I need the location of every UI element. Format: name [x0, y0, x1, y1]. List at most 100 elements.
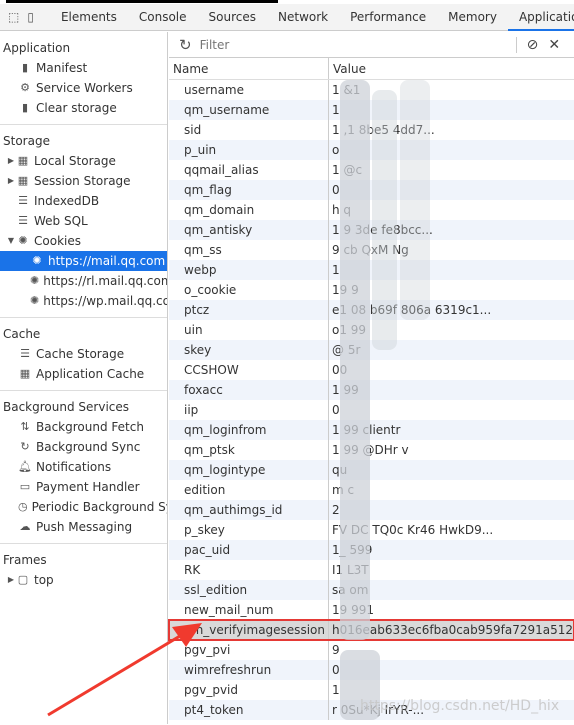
sidebar-item-service-workers[interactable]: ⚙ Service Workers: [0, 78, 167, 98]
sidebar-item-notifications[interactable]: 🔔︎ Notifications: [0, 457, 167, 477]
cookie-name: iip: [169, 400, 329, 420]
table-header: Name Value: [169, 58, 574, 80]
redaction-blur: [372, 90, 397, 350]
expand-arrow-icon[interactable]: ▶: [6, 570, 16, 590]
collapse-arrow-icon[interactable]: ▼: [6, 231, 16, 251]
sidebar-item-payment-handler[interactable]: ▭ Payment Handler: [0, 477, 167, 497]
cookie-name: p_skey: [169, 520, 329, 540]
expand-arrow-icon[interactable]: ▶: [6, 171, 16, 191]
table-row[interactable]: qm_loginfrom1 99 clientr: [169, 420, 574, 440]
table-row[interactable]: qm_authimgs_id 2: [169, 500, 574, 520]
cookie-name: skey: [169, 340, 329, 360]
table-row[interactable]: qm_ptsk 1 99 @DHr v: [169, 440, 574, 460]
tab-memory[interactable]: Memory: [437, 4, 508, 31]
sidebar-item-clear-storage[interactable]: ▮ Clear storage: [0, 98, 167, 118]
label: Background Sync: [36, 440, 141, 454]
cookie-name: webp: [169, 260, 329, 280]
sidebar-item-cookie-wp-mail-qq[interactable]: ✺ https://wp.mail.qq.com: [0, 291, 167, 311]
table-row[interactable]: qm_verifyimagesession h016eab633ec6fba0ca…: [168, 619, 574, 641]
red-arrow-annotation: [47, 623, 202, 717]
sidebar-item-web-sql[interactable]: ☰ Web SQL: [0, 211, 167, 231]
divider: [0, 317, 167, 318]
table-row[interactable]: new_mail_num19 991: [169, 600, 574, 620]
cookie-name: p_uin: [169, 140, 329, 160]
clear-all-icon[interactable]: ⊘: [527, 37, 539, 53]
section-storage: Storage: [3, 134, 50, 148]
label: Background Fetch: [36, 420, 144, 434]
table-row[interactable]: p_skey FV DC TQ0c Kr46 HwkD9...: [169, 520, 574, 540]
tab-application[interactable]: Application: [507, 4, 574, 31]
grid-icon: ▦: [17, 174, 29, 187]
cookie-name: qm_logintype: [169, 460, 329, 480]
refresh-icon[interactable]: ↻: [179, 36, 192, 54]
table-row[interactable]: ssl_editionsa om: [169, 580, 574, 600]
table-row[interactable]: editionm c: [169, 480, 574, 500]
tab-sources[interactable]: Sources: [198, 4, 267, 31]
sidebar-item-session-storage[interactable]: ▶ ▦ Session Storage: [0, 171, 167, 191]
sidebar-item-application-cache[interactable]: ▦ Application Cache: [0, 364, 167, 384]
sidebar-item-indexeddb[interactable]: ☰ IndexedDB: [0, 191, 167, 211]
sidebar-item-cookie-mail-qq[interactable]: ✺ https://mail.qq.com: [0, 251, 167, 271]
cookie-name: qm_domain: [169, 200, 329, 220]
sidebar-item-cache-storage[interactable]: ☰ Cache Storage: [0, 344, 167, 364]
label: Notifications: [36, 460, 112, 474]
sidebar-item-cookie-rl-mail-qq[interactable]: ✺ https://rl.mail.qq.com: [0, 271, 167, 291]
expand-arrow-icon[interactable]: ▶: [6, 151, 16, 171]
table-row[interactable]: foxacc1 99: [169, 380, 574, 400]
column-header-name[interactable]: Name: [169, 58, 329, 79]
label: IndexedDB: [34, 194, 100, 208]
sidebar-item-background-sync[interactable]: ↻ Background Sync: [0, 437, 167, 457]
cookie-name: sid: [169, 120, 329, 140]
cookie-name: uin: [169, 320, 329, 340]
label: Clear storage: [36, 101, 117, 115]
inspect-element-icon[interactable]: ⬚: [8, 8, 19, 26]
tab-elements[interactable]: Elements: [50, 4, 128, 31]
section-frames: Frames: [3, 553, 47, 567]
cookie-name: o_cookie: [169, 280, 329, 300]
table-row[interactable]: iip 0: [169, 400, 574, 420]
table-row[interactable]: RKI1 L3T: [169, 560, 574, 580]
cookie-name: RK: [169, 560, 329, 580]
sidebar-item-local-storage[interactable]: ▶ ▦ Local Storage: [0, 151, 167, 171]
sidebar-item-periodic-background-sync[interactable]: ◷Periodic Background Sync: [0, 497, 167, 517]
label: Service Workers: [36, 81, 133, 95]
sidebar-item-frame-top[interactable]: ▶ ▢ top: [0, 570, 167, 590]
grid-icon: ▦: [17, 154, 29, 167]
table-row[interactable]: qm_logintypequ: [169, 460, 574, 480]
redaction-blur: [340, 80, 370, 640]
cookie-name: ptcz: [169, 300, 329, 320]
label: Local Storage: [34, 154, 116, 168]
tab-console[interactable]: Console: [128, 4, 198, 31]
cookie-name: qm_ss: [169, 240, 329, 260]
watermark: https://blog.csdn.net/HD_hix: [360, 698, 560, 714]
section-application: Application: [3, 41, 71, 55]
label: Push Messaging: [36, 520, 133, 534]
label: Manifest: [36, 61, 88, 75]
cookie-name: CCSHOW: [169, 360, 329, 380]
cookie-name: qm_authimgs_id: [169, 500, 329, 520]
sidebar-item-cookies[interactable]: ▼ ✺ Cookies: [0, 231, 167, 251]
column-header-value[interactable]: Value: [329, 58, 574, 79]
cookie-name: qm_flag: [169, 180, 329, 200]
database-icon: ☰: [18, 214, 28, 227]
sidebar-item-background-fetch[interactable]: ⇅ Background Fetch: [0, 417, 167, 437]
cookie-icon: ✺: [30, 274, 40, 287]
sidebar-item-manifest[interactable]: ▮ Manifest: [0, 58, 167, 78]
tab-network[interactable]: Network: [267, 4, 339, 31]
filter-input[interactable]: [197, 34, 508, 55]
device-toolbar-icon[interactable]: ▯: [27, 8, 34, 26]
table-row[interactable]: pac_uid1_ 599: [169, 540, 574, 560]
label: Periodic Background Sync: [31, 500, 167, 514]
cookie-name: username: [169, 80, 329, 100]
cloud-icon: ☁: [19, 520, 31, 533]
sidebar-item-push-messaging[interactable]: ☁ Push Messaging: [0, 517, 167, 537]
delete-selected-icon[interactable]: ✕: [548, 37, 560, 53]
database-icon: ☰: [20, 347, 30, 360]
divider: [0, 543, 167, 544]
clock-icon: ◷: [18, 500, 28, 513]
label: Session Storage: [34, 174, 131, 188]
table-row[interactable]: CCSHOW00: [169, 360, 574, 380]
divider: [0, 390, 167, 391]
tab-performance[interactable]: Performance: [339, 4, 437, 31]
cookie-icon: ✺: [32, 254, 42, 267]
